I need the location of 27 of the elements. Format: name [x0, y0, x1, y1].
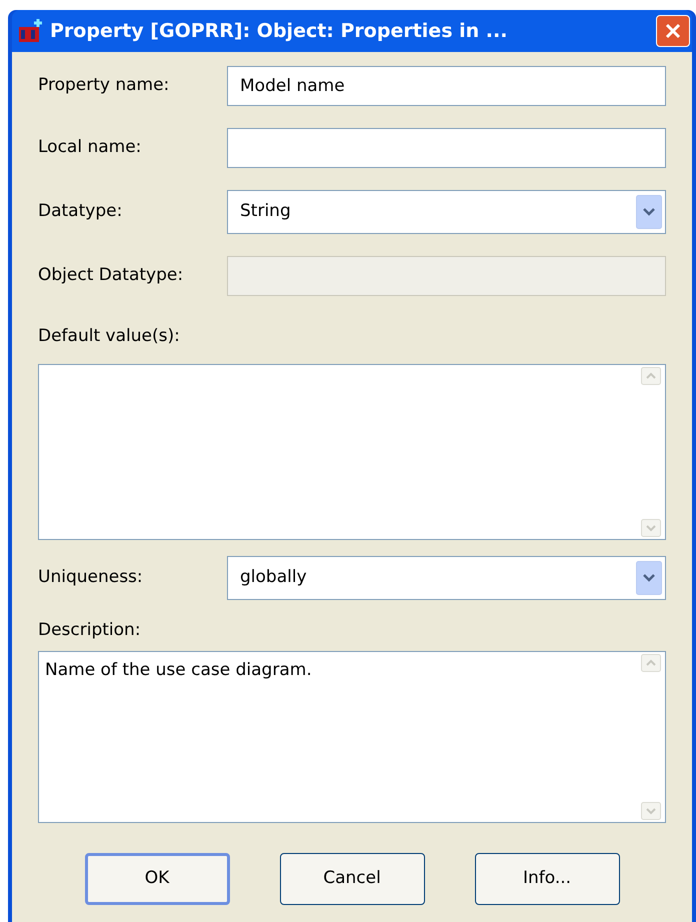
scroll-down-icon[interactable] [641, 518, 661, 536]
text-area[interactable] [38, 364, 666, 540]
dialog-button[interactable]: Info... [474, 853, 620, 905]
window-title: Property [GOPRR]: Object: Properties in ... [50, 18, 508, 44]
description-text: Name of the use case diagram. [44, 659, 313, 682]
dialog-button[interactable]: OK [84, 853, 230, 905]
field-label: Object Datatype: [38, 264, 184, 288]
dialog-button[interactable]: Cancel [280, 853, 424, 905]
dropdown-value: String [239, 200, 292, 224]
field-label: Default value(s): [38, 325, 181, 348]
field-label: Uniqueness: [38, 566, 144, 589]
close-icon [665, 23, 681, 39]
scroll-down-icon[interactable] [641, 802, 661, 820]
field-label: Datatype: [38, 200, 124, 224]
input-field[interactable]: Model name [227, 66, 666, 106]
dropdown[interactable]: String [227, 190, 666, 234]
close-button[interactable] [656, 15, 690, 47]
input-field[interactable] [227, 128, 666, 168]
scroll-up-icon[interactable] [641, 366, 661, 384]
dropdown[interactable]: globally [227, 556, 666, 600]
field-label: Description: [38, 618, 142, 642]
field-label: Local name: [38, 136, 142, 160]
app-logo-icon [18, 18, 44, 44]
scroll-up-icon[interactable] [641, 654, 661, 672]
text-area[interactable]: Name of the use case diagram. [38, 651, 666, 823]
dropdown-value: globally [239, 566, 308, 589]
field-label: Property name: [38, 74, 170, 98]
